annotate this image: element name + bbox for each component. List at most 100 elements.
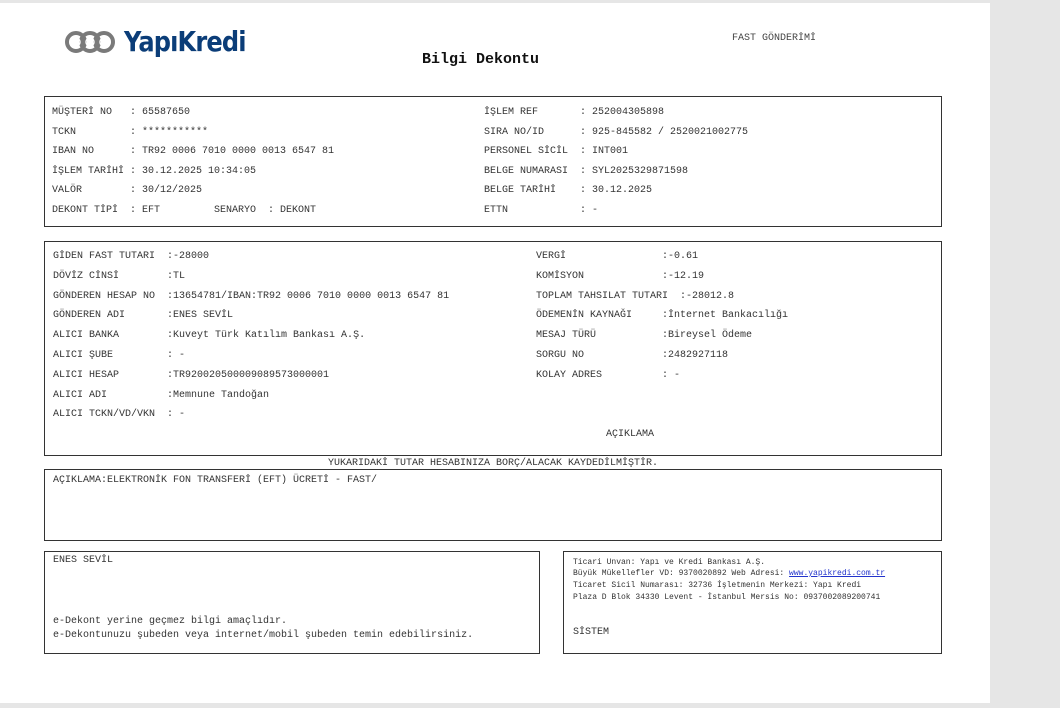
transfer-field-label: ALICI ADI <box>53 389 162 401</box>
account-field-label: MÜŞTERİ NO <box>52 107 125 118</box>
account-field-label: İŞLEM REF <box>484 107 575 118</box>
account-field-row: MÜŞTERİ NO : 65587650 <box>52 107 190 118</box>
transfer-field-value: :Kuveyt Türk Katılım Bankası A.Ş. <box>161 330 366 342</box>
transfer-field-row: GÖNDEREN HESAP NO :13654781/IBAN:TR92 00… <box>53 291 449 302</box>
transfer-field-row: KOLAY ADRES : - <box>536 370 680 381</box>
account-field-row: İŞLEM REF : 252004305898 <box>484 107 664 118</box>
account-field-row: TCKN : *********** <box>52 127 208 138</box>
account-field-value: : EFT SENARYO : DEKONT <box>124 205 317 216</box>
transfer-field-row: KOMİSYON :-12.19 <box>536 271 704 282</box>
tax-office-text: Büyük Mükellefler VD: 9370020892 Web Adr… <box>573 569 790 578</box>
account-field-label: TCKN <box>52 126 125 138</box>
account-field-label: SIRA NO/ID <box>484 126 575 138</box>
website-link[interactable]: www.yapikredi.com.tr <box>789 569 885 578</box>
transfer-field-value: :Bireysel Ödeme <box>656 330 753 342</box>
transfer-field-label: ALICI HESAP <box>53 369 162 381</box>
account-field-row: DEKONT TİPİ : EFT SENARYO : DEKONT <box>52 205 316 216</box>
transfer-field-value: : - <box>161 350 186 361</box>
account-field-value: : 30.12.2025 <box>574 185 653 197</box>
account-field-label: DEKONT TİPİ <box>52 205 125 216</box>
transfer-field-row: ÖDEMENİN KAYNAĞI :İnternet Bankacılığı <box>536 310 788 321</box>
transfer-field-value: :Memnune Tandoğan <box>161 389 270 401</box>
transfer-field-row: ALICI ADI :Memnune Tandoğan <box>53 390 269 401</box>
account-field-label: VALÖR <box>52 185 125 197</box>
account-field-value: : 65587650 <box>124 107 191 118</box>
account-field-row: BELGE TARİHİ : 30.12.2025 <box>484 185 652 196</box>
disclaimer-line-2: e-Dekontunuzu şubeden veya internet/mobi… <box>53 630 474 641</box>
transfer-field-value: :-28000 <box>161 251 210 262</box>
document-type: FAST GÖNDERİMİ <box>732 33 817 44</box>
transfer-field-value: :-28012.8 <box>674 290 735 302</box>
account-field-value: : SYL2025329871598 <box>574 165 689 177</box>
document-page: YapıKredi Bilgi Dekontu FAST GÖNDERİMİ M… <box>0 3 990 703</box>
transfer-field-row: GÖNDEREN ADI :ENES SEVİL <box>53 310 233 321</box>
transfer-field-label: ALICI TCKN/VD/VKN <box>53 409 162 421</box>
transfer-field-label: ÖDEMENİN KAYNAĞI <box>536 310 657 322</box>
account-field-row: ETTN : - <box>484 205 598 216</box>
account-field-value: : 30/12/2025 <box>124 185 203 197</box>
transfer-field-value: : - <box>656 369 681 381</box>
account-field-value: : 252004305898 <box>574 107 665 118</box>
transfer-field-value: :2482927118 <box>656 350 729 361</box>
transfer-field-row: TOPLAM TAHSILAT TUTARI :-28012.8 <box>536 291 734 302</box>
account-field-value: : - <box>574 205 599 216</box>
transfer-field-label: VERGİ <box>536 251 657 262</box>
account-field-value: : TR92 0006 7010 0000 0013 6547 81 <box>124 146 335 158</box>
description-text: AÇIKLAMA:ELEKTRONİK FON TRANSFERİ (EFT) … <box>53 475 378 486</box>
transfer-field-row: MESAJ TÜRÜ :Bireysel Ödeme <box>536 330 752 341</box>
account-field-row: İŞLEM TARİHİ : 30.12.2025 10:34:05 <box>52 166 256 177</box>
debit-credit-notice: YUKARIDAKİ TUTAR HESABINIZA BORÇ/ALACAK … <box>327 458 659 469</box>
bank-address-line: Plaza D Blok 34330 Levent - İstanbul Mer… <box>573 593 881 602</box>
transfer-field-value: :-0.61 <box>656 251 699 262</box>
transfer-field-label: GİDEN FAST TUTARI <box>53 251 162 262</box>
transfer-field-label: KOMİSYON <box>536 270 657 282</box>
transfer-field-value: :-12.19 <box>656 270 705 282</box>
bank-registry-line: Ticaret Sicil Numarası: 32736 İşletmenin… <box>573 581 862 590</box>
transfer-field-label: ALICI ŞUBE <box>53 350 162 361</box>
customer-name: ENES SEVİL <box>53 555 114 566</box>
brand-name: YapıKredi <box>124 25 246 58</box>
transfer-field-label: MESAJ TÜRÜ <box>536 330 657 342</box>
account-field-row: VALÖR : 30/12/2025 <box>52 185 202 196</box>
transfer-field-row: DÖVİZ CİNSİ :TL <box>53 271 185 282</box>
account-field-label: İŞLEM TARİHİ <box>52 165 125 177</box>
transfer-field-value: :13654781/IBAN:TR92 0006 7010 0000 0013 … <box>161 290 450 302</box>
transfer-field-row: GİDEN FAST TUTARI :-28000 <box>53 251 209 262</box>
transfer-field-label: KOLAY ADRES <box>536 369 657 381</box>
transfer-field-label: DÖVİZ CİNSİ <box>53 270 162 282</box>
system-signature: SİSTEM <box>573 627 610 638</box>
transfer-field-row: ALICI TCKN/VD/VKN : - <box>53 409 185 420</box>
account-field-label: IBAN NO <box>52 146 125 158</box>
bank-logo: YapıKredi <box>62 25 265 58</box>
transfer-field-value: : - <box>161 409 186 421</box>
transfer-field-label: SORGU NO <box>536 350 657 361</box>
account-field-value: : 30.12.2025 10:34:05 <box>124 165 257 177</box>
transfer-field-label: ALICI BANKA <box>53 330 162 342</box>
account-field-row: SIRA NO/ID : 925-845582 / 2520021002775 <box>484 127 748 138</box>
transfer-field-row: ALICI HESAP :TR920020500009089573000001 <box>53 370 329 381</box>
account-field-label: BELGE TARİHİ <box>484 185 575 197</box>
transfer-field-label: TOPLAM TAHSILAT TUTARI <box>536 290 675 302</box>
account-field-row: PERSONEL SİCİL : INT001 <box>484 146 628 157</box>
transfer-field-value: :TR920020500009089573000001 <box>161 369 330 381</box>
account-field-value: : *********** <box>124 126 209 138</box>
transfer-field-row: SORGU NO :2482927118 <box>536 350 728 361</box>
bank-title-line: Ticari Unvan: Yapı ve Kredi Bankası A.Ş. <box>573 558 766 567</box>
account-field-label: ETTN <box>484 205 575 216</box>
disclaimer-line-1: e-Dekont yerine geçmez bilgi amaçlıdır. <box>53 616 288 627</box>
account-field-row: BELGE NUMARASI : SYL2025329871598 <box>484 166 688 177</box>
account-field-label: BELGE NUMARASI <box>484 165 575 177</box>
transfer-field-row: ALICI ŞUBE : - <box>53 350 185 361</box>
account-field-value: : INT001 <box>574 146 629 158</box>
yapikredi-emblem-icon <box>65 30 115 53</box>
transfer-field-label: GÖNDEREN HESAP NO <box>53 290 162 302</box>
aciklama-label: AÇIKLAMA <box>606 429 655 440</box>
bank-tax-line: Büyük Mükellefler VD: 9370020892 Web Adr… <box>573 569 885 578</box>
transfer-field-label: GÖNDEREN ADI <box>53 310 162 322</box>
transfer-field-value: :İnternet Bankacılığı <box>656 310 789 322</box>
document-title: Bilgi Dekontu <box>422 51 540 68</box>
transfer-field-row: VERGİ :-0.61 <box>536 251 698 262</box>
transfer-field-value: :TL <box>161 270 186 282</box>
account-field-value: : 925-845582 / 2520021002775 <box>574 126 749 138</box>
transfer-field-value: :ENES SEVİL <box>161 310 234 322</box>
